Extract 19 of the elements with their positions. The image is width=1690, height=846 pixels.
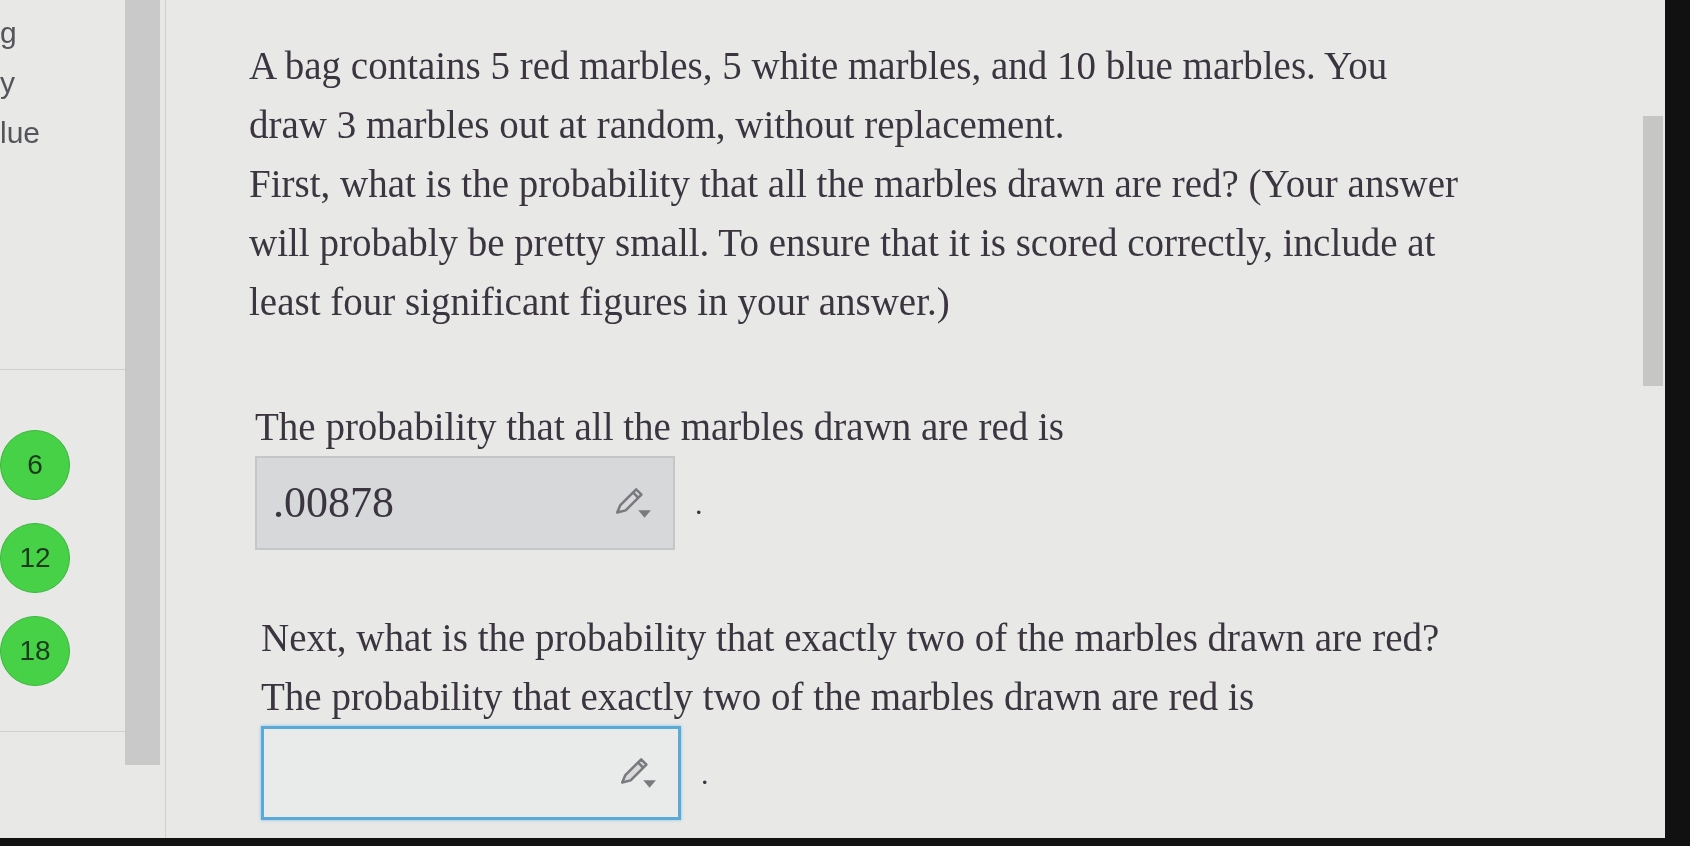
period-text: . <box>701 755 709 792</box>
score-badge: 12 <box>0 523 70 593</box>
score-badge: 18 <box>0 616 70 686</box>
answer-field[interactable] <box>261 726 681 820</box>
sidebar-label: lue <box>0 115 41 151</box>
question-text: Next, what is the probability that exactly two of the marbles drawn are red? <box>261 615 1440 662</box>
answer-prompt: The probability that all the marbles drawn are red is <box>255 404 1064 451</box>
period-text: . <box>695 485 703 522</box>
answer-field[interactable]: .00878 <box>255 456 675 550</box>
scrollbar[interactable] <box>125 0 160 765</box>
question-text: A bag contains 5 red marbles, 5 white marbles, and 10 blue marbles. You draw 3 marbles out at random, without replacement. <box>249 43 1389 149</box>
sidebar-label: y <box>0 65 15 101</box>
question-text: First, what is the probability that all the marbles drawn are red? (Your answer will probably be pretty small. To ensure that it is scored correctly, include at least four significant figures in your answer.) <box>249 161 1460 326</box>
score-badge: 6 <box>0 430 70 500</box>
scrollbar-thumb[interactable] <box>1643 116 1663 386</box>
answer-prompt: The probability that exactly two of the marbles drawn are red is <box>261 674 1255 721</box>
sidebar-label: g <box>0 15 17 51</box>
pencil-menu-icon[interactable] <box>618 755 658 791</box>
pencil-menu-icon[interactable] <box>613 485 653 521</box>
